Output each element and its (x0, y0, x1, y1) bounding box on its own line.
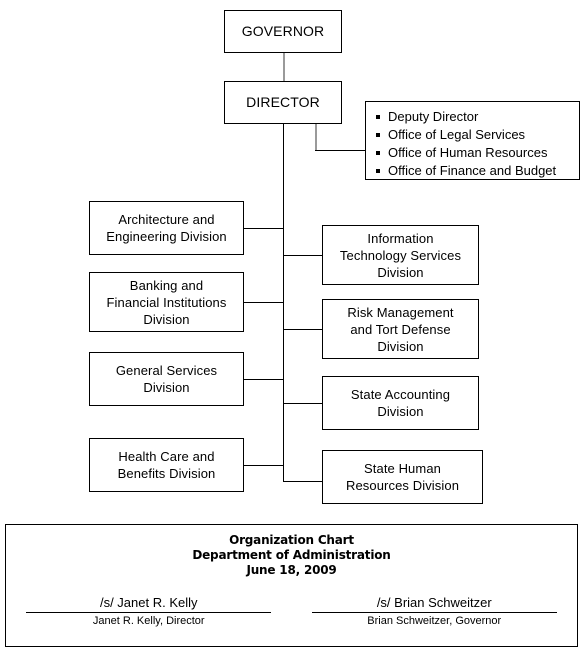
node-risk-management-tort-defense-division-label: Risk Management and Tort Defense Divisio… (347, 304, 454, 354)
node-director-label: DIRECTOR (246, 94, 320, 110)
staff-offices-list: Deputy Director Office of Legal Services… (374, 108, 573, 180)
signature-line-director: /s/ Janet R. Kelly (26, 595, 272, 613)
signature-row: /s/ Janet R. Kelly Janet R. Kelly, Direc… (6, 595, 577, 629)
node-state-accounting-division-label: State Accounting Division (350, 387, 451, 419)
connector-governor-director (283, 53, 285, 82)
connector-director-staff-horizontal (315, 150, 365, 151)
connector-branch-risk (283, 329, 323, 330)
node-risk-management-tort-defense-division[interactable]: Risk Management and Tort Defense Divisio… (322, 299, 479, 359)
node-governor-label: GOVERNOR (241, 23, 325, 39)
signature-line-governor: /s/ Brian Schweitzer (311, 595, 557, 613)
node-general-services-division-label: General Services Division (115, 363, 218, 395)
staff-office-item[interactable]: Office of Human Resources (374, 144, 573, 162)
staff-office-item[interactable]: Office of Finance and Budget (374, 162, 573, 180)
connector-branch-its (283, 255, 323, 256)
node-information-technology-services-division-label: Information Technology Services Division (339, 230, 462, 280)
staff-office-item[interactable]: Office of Legal Services (374, 126, 573, 144)
footer-signature-block: Organization Chart Department of Adminis… (5, 524, 578, 647)
node-banking-financial-institutions-division-label: Banking and Financial Institutions Divis… (106, 277, 227, 327)
org-chart-canvas: GOVERNOR DIRECTOR Deputy Director Office… (0, 0, 584, 654)
connector-branch-health (244, 465, 284, 466)
connector-director-staff-vertical (315, 124, 317, 151)
connector-branch-gensvc (244, 379, 284, 380)
node-health-care-benefits-division[interactable]: Health Care and Benefits Division (89, 438, 244, 492)
node-state-human-resources-division-label: State Human Resources Division (345, 461, 460, 493)
signature-block-governor: /s/ Brian Schweitzer Brian Schweitzer, G… (311, 595, 557, 629)
node-governor[interactable]: GOVERNOR (224, 10, 342, 53)
connector-branch-acct (283, 403, 323, 404)
node-state-accounting-division[interactable]: State Accounting Division (322, 376, 479, 430)
connector-branch-arch (244, 228, 284, 229)
connector-director-trunk (283, 124, 284, 482)
node-director[interactable]: DIRECTOR (224, 81, 342, 124)
node-architecture-engineering-division[interactable]: Architecture and Engineering Division (89, 201, 244, 255)
connector-branch-shr (283, 481, 323, 482)
node-architecture-engineering-division-label: Architecture and Engineering Division (106, 212, 227, 244)
signature-name-title-governor: Brian Schweitzer, Governor (367, 615, 502, 627)
node-state-human-resources-division[interactable]: State Human Resources Division (322, 450, 483, 504)
node-health-care-benefits-division-label: Health Care and Benefits Division (117, 449, 216, 481)
connector-branch-bank (244, 302, 284, 303)
signature-name-title-director: Janet R. Kelly, Director (92, 615, 205, 627)
footer-title-line-3: June 18, 2009 (246, 563, 337, 577)
node-general-services-division[interactable]: General Services Division (89, 352, 244, 406)
signature-block-director: /s/ Janet R. Kelly Janet R. Kelly, Direc… (26, 595, 272, 629)
footer-title-line-2: Department of Administration (192, 548, 391, 562)
footer-title-line-1: Organization Chart (229, 533, 354, 547)
staff-office-item[interactable]: Deputy Director (374, 108, 573, 126)
node-banking-financial-institutions-division[interactable]: Banking and Financial Institutions Divis… (89, 272, 244, 332)
node-staff-offices[interactable]: Deputy Director Office of Legal Services… (365, 101, 580, 180)
footer-title: Organization Chart Department of Adminis… (6, 525, 577, 578)
node-information-technology-services-division[interactable]: Information Technology Services Division (322, 225, 479, 285)
